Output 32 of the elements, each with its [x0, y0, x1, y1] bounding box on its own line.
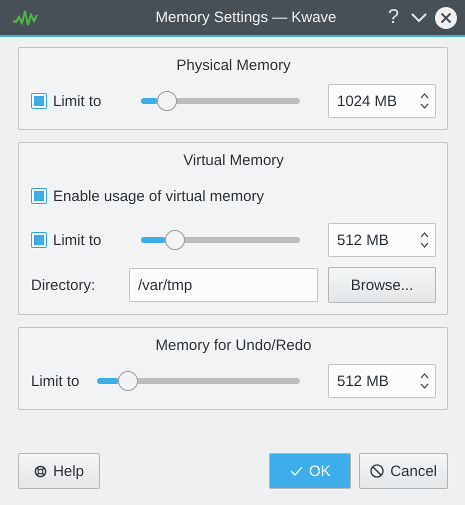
slider-handle[interactable] [118, 371, 138, 391]
spin-box[interactable]: 1024 MB [328, 84, 436, 118]
waveform-icon [12, 8, 38, 26]
cancel-icon [370, 464, 384, 478]
field-label: Directory: [31, 276, 96, 294]
browse-button[interactable]: Browse... [328, 267, 436, 303]
help-button[interactable]: ? [384, 6, 403, 29]
field-label: Limit to [31, 372, 80, 390]
group-title: Memory for Undo/Redo [154, 337, 312, 354]
spin-box[interactable]: 512 MB [328, 223, 436, 257]
group-title: Physical Memory [175, 57, 292, 74]
slider-handle[interactable] [156, 91, 177, 111]
checkbox-label: Enable usage of virtual memory [53, 188, 264, 204]
checkbox-label: Limit to [53, 92, 102, 110]
checkbox[interactable] [31, 232, 47, 248]
directory-field[interactable]: /var/tmp [129, 268, 318, 302]
checkbox[interactable] [31, 93, 47, 109]
checkbox-label: Limit to [53, 232, 102, 248]
spin-arrows-icon [420, 373, 429, 389]
cancel-button[interactable]: Cancel [359, 453, 448, 489]
check-icon [290, 466, 303, 476]
group-title: Virtual Memory [182, 152, 285, 169]
help-button[interactable]: Help [18, 453, 100, 489]
lifebuoy-icon [34, 464, 48, 478]
spin-arrows-icon [420, 232, 429, 248]
slider-handle[interactable] [164, 230, 185, 250]
window-title: Memory Settings — Kwave [154, 9, 338, 26]
spin-box[interactable]: 512 MB [328, 364, 436, 398]
checkbox[interactable] [31, 188, 47, 204]
chevron-down-icon[interactable] [411, 12, 427, 22]
spin-arrows-icon [420, 93, 429, 109]
close-icon[interactable] [435, 6, 457, 28]
